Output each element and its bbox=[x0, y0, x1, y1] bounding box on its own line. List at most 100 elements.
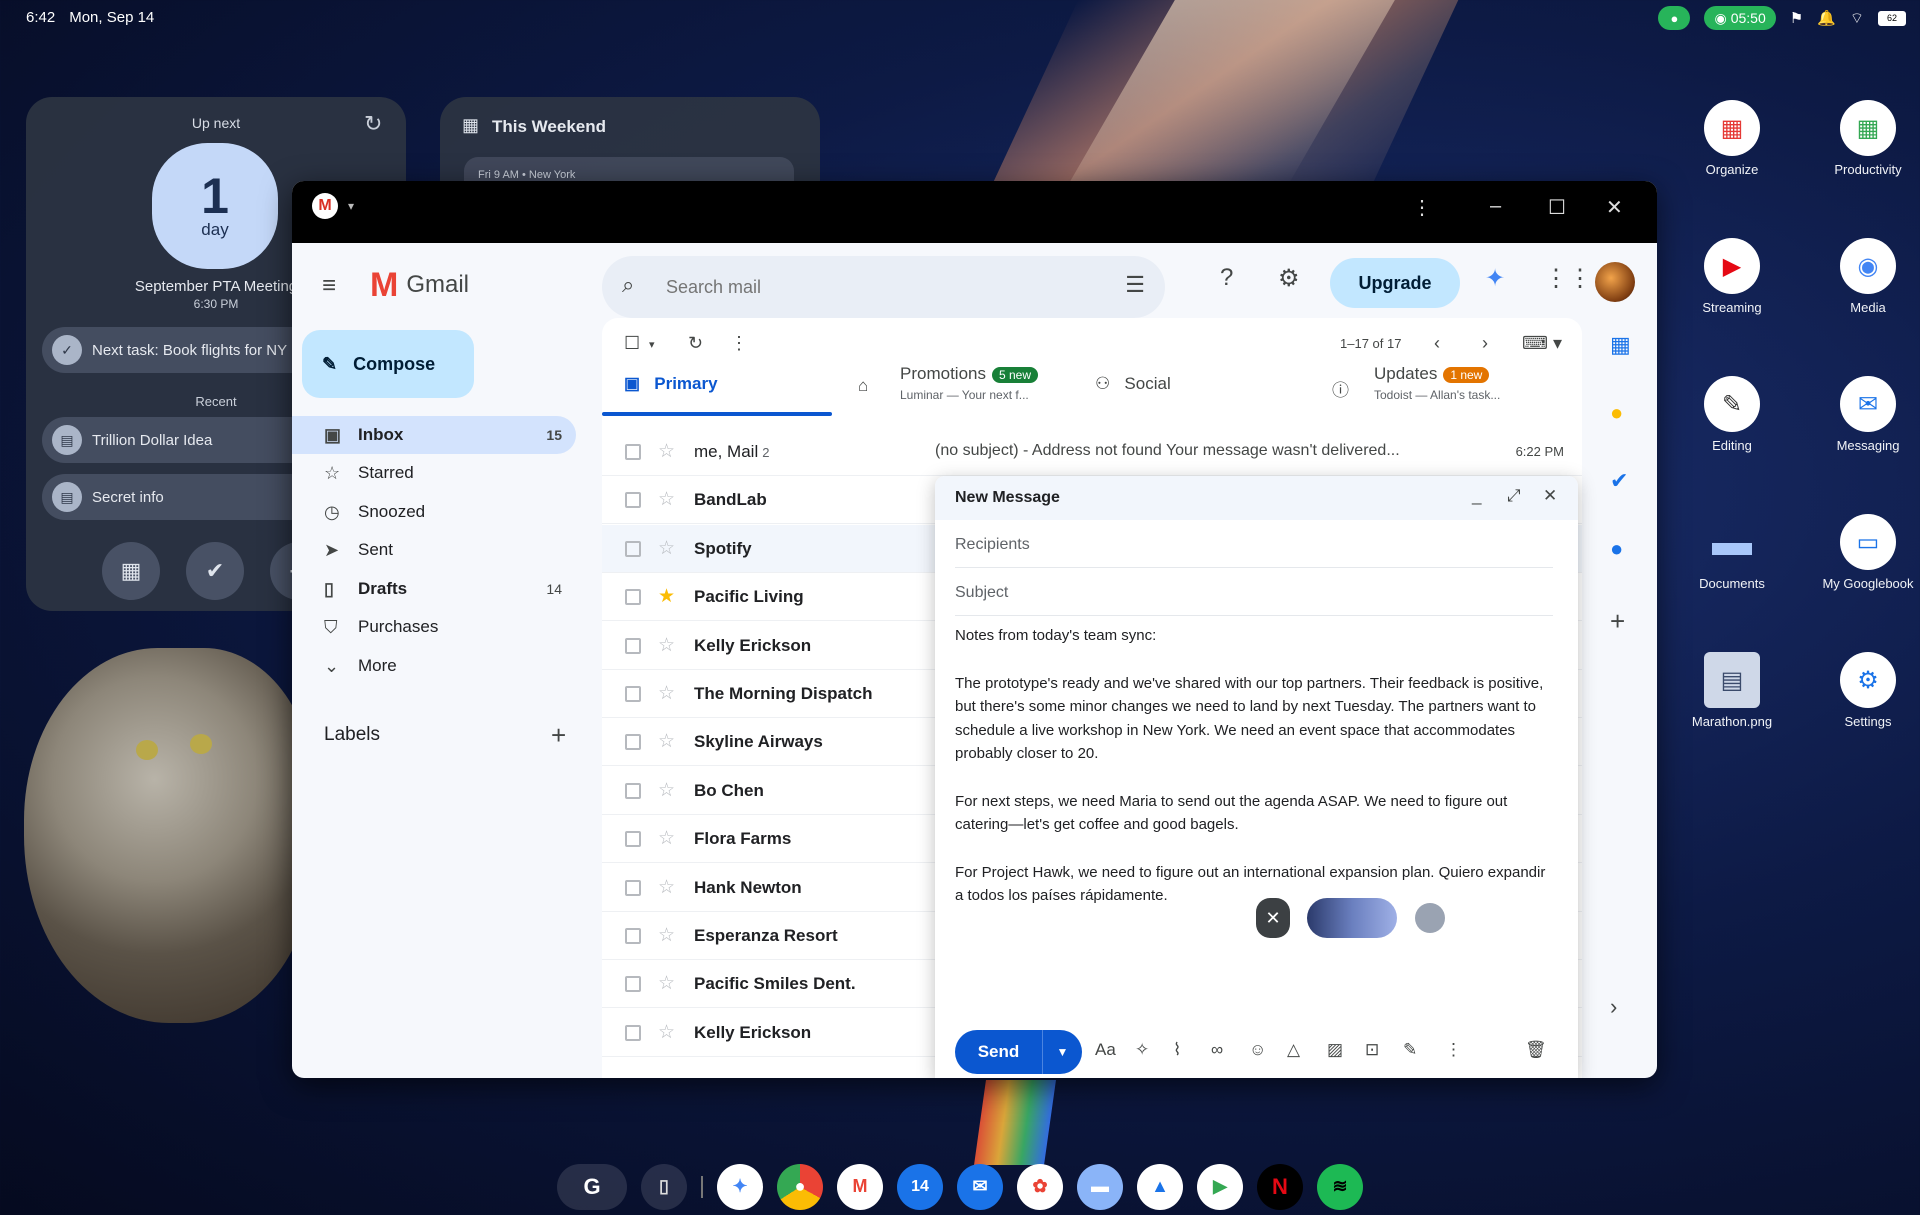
launcher-button[interactable]: G bbox=[557, 1163, 627, 1210]
star-icon[interactable]: ☆ bbox=[658, 634, 675, 657]
chrome-icon[interactable]: ● bbox=[777, 1163, 823, 1210]
minimize-compose-icon[interactable]: _ bbox=[1472, 486, 1481, 506]
star-icon[interactable]: ☆ bbox=[658, 924, 675, 947]
settings-icon[interactable]: ⚙ bbox=[1278, 264, 1300, 293]
row-checkbox[interactable] bbox=[625, 686, 641, 702]
launcher-editing[interactable]: ✎ Editing bbox=[1667, 376, 1797, 453]
add-task-button[interactable]: ✔ bbox=[186, 542, 244, 600]
calendar-app-icon[interactable]: 14 bbox=[897, 1163, 943, 1210]
row-checkbox[interactable] bbox=[625, 734, 641, 751]
prev-page-icon[interactable]: ‹ bbox=[1434, 333, 1440, 354]
fullscreen-compose-icon[interactable]: ⤢ bbox=[1507, 486, 1521, 506]
refresh-icon[interactable]: ↻ bbox=[364, 111, 382, 137]
add-event-button[interactable]: ▦ bbox=[102, 542, 160, 600]
discard-draft-icon[interactable]: 🗑 bbox=[1525, 1040, 1547, 1060]
compose-body[interactable]: Notes from today's team sync: The protot… bbox=[955, 624, 1555, 932]
send-button[interactable]: Send ▼ bbox=[955, 1030, 1082, 1074]
star-icon[interactable]: ☆ bbox=[658, 876, 675, 899]
chevron-down-icon[interactable]: ▾ bbox=[649, 338, 655, 351]
recipients-field[interactable]: Recipients bbox=[955, 520, 1553, 568]
spotify-icon[interactable]: ≋ bbox=[1317, 1163, 1363, 1210]
screen-record-indicator[interactable]: ◉ 05:50 bbox=[1704, 6, 1776, 30]
nav-sent[interactable]: ➤ Sent bbox=[292, 531, 576, 569]
gemini-app-icon[interactable]: ✦ bbox=[717, 1163, 763, 1210]
battery-icon[interactable]: 62 bbox=[1878, 10, 1906, 26]
status-tray[interactable]: ● ◉ 05:50 ⚑ 🔔 ⌔ 62 bbox=[1658, 6, 1906, 30]
gmail-logo[interactable]: M Gmail bbox=[370, 268, 469, 302]
play-store-icon[interactable]: ▶ bbox=[1197, 1163, 1243, 1210]
mic-icon[interactable]: ● bbox=[1658, 6, 1691, 30]
compose-header[interactable]: New Message _ ⤢ ✕ bbox=[935, 476, 1578, 520]
search-options-icon[interactable]: ☰ bbox=[1125, 272, 1145, 298]
upgrade-button[interactable]: Upgrade bbox=[1330, 258, 1460, 308]
tasks-icon[interactable]: ✔ bbox=[1610, 468, 1628, 494]
nav-inbox[interactable]: ▣ Inbox 15 bbox=[292, 416, 576, 454]
calendar-icon[interactable]: ▦ bbox=[1610, 332, 1631, 358]
refresh-icon[interactable]: ↻ bbox=[688, 333, 703, 354]
launcher-streaming[interactable]: ▶ Streaming bbox=[1667, 238, 1797, 315]
expand-panel-icon[interactable]: › bbox=[1610, 994, 1617, 1020]
send-options-icon[interactable]: ▼ bbox=[1042, 1030, 1082, 1074]
row-checkbox[interactable] bbox=[625, 637, 641, 654]
launcher-marathon-file[interactable]: ▤ Marathon.png bbox=[1667, 652, 1797, 729]
apps-grid-icon[interactable]: ⋮⋮ bbox=[1544, 264, 1592, 293]
nav-snoozed[interactable]: ◷ Snoozed bbox=[292, 493, 576, 531]
launcher-media[interactable]: ◉ Media bbox=[1803, 238, 1920, 315]
search-input[interactable] bbox=[666, 274, 1106, 300]
star-icon[interactable]: ☆ bbox=[658, 779, 675, 802]
row-checkbox[interactable] bbox=[625, 831, 641, 848]
maximize-icon[interactable]: ☐ bbox=[1548, 195, 1566, 220]
files-icon[interactable]: ▬ bbox=[1077, 1163, 1123, 1210]
star-icon[interactable]: ☆ bbox=[658, 537, 675, 560]
add-label-icon[interactable]: + bbox=[551, 720, 566, 751]
star-icon[interactable]: ☆ bbox=[658, 827, 675, 850]
row-checkbox[interactable] bbox=[625, 928, 641, 944]
nav-drafts[interactable]: ▯ Drafts 14 bbox=[292, 570, 576, 608]
next-page-icon[interactable]: › bbox=[1482, 333, 1488, 354]
launcher-productivity[interactable]: ▦ Productivity bbox=[1803, 100, 1920, 177]
launcher-messaging[interactable]: ✉ Messaging bbox=[1803, 376, 1920, 453]
input-tools-icon[interactable]: ⌨ ▾ bbox=[1522, 333, 1562, 354]
main-menu-icon[interactable]: ≡ bbox=[322, 272, 336, 300]
launcher-documents[interactable]: ▬ Documents bbox=[1667, 514, 1797, 592]
messages-icon[interactable]: ✉ bbox=[957, 1163, 1003, 1210]
keep-icon[interactable]: ● bbox=[1610, 400, 1623, 426]
star-icon[interactable]: ☆ bbox=[658, 682, 675, 705]
subject-field[interactable]: Subject bbox=[955, 568, 1553, 616]
gemini-icon[interactable]: ✦ bbox=[1485, 264, 1505, 293]
star-icon[interactable]: ☆ bbox=[658, 440, 675, 463]
close-compose-icon[interactable]: ✕ bbox=[1543, 486, 1557, 506]
attach-icon[interactable]: ⌇ bbox=[1173, 1040, 1181, 1060]
nav-purchases[interactable]: ⛉ Purchases bbox=[292, 608, 576, 646]
dismiss-ai-suggestion-button[interactable]: ✕ bbox=[1256, 898, 1290, 938]
email-row[interactable]: ☆ me, Mail 2 (no subject) - Address not fou… bbox=[602, 428, 1582, 476]
window-titlebar[interactable]: M ▾ ⋮ – ☐ ✕ bbox=[292, 181, 1657, 243]
netflix-icon[interactable]: N bbox=[1257, 1163, 1303, 1210]
star-icon[interactable]: ☆ bbox=[658, 1021, 675, 1044]
drive-icon[interactable]: △ bbox=[1287, 1040, 1300, 1060]
formatting-options-button[interactable]: Aa bbox=[1095, 1040, 1116, 1060]
row-checkbox[interactable] bbox=[625, 540, 641, 557]
nav-more[interactable]: ⌄ More bbox=[292, 647, 576, 685]
more-options-icon[interactable]: ⋮ bbox=[1445, 1040, 1462, 1060]
notification-bell-icon[interactable]: 🔔 bbox=[1817, 9, 1836, 27]
row-checkbox[interactable] bbox=[625, 782, 641, 799]
star-icon[interactable]: ☆ bbox=[658, 488, 675, 511]
photos-icon[interactable]: ✿ bbox=[1017, 1163, 1063, 1210]
close-window-icon[interactable]: ✕ bbox=[1606, 195, 1623, 220]
flag-icon[interactable]: ⚑ bbox=[1790, 9, 1803, 27]
ai-action-button[interactable] bbox=[1415, 903, 1445, 933]
add-addon-icon[interactable]: + bbox=[1610, 606, 1625, 637]
more-vert-icon[interactable]: ⋮ bbox=[730, 333, 748, 354]
ads-icon[interactable]: ▲ bbox=[1137, 1163, 1183, 1210]
gmail-shelf-icon[interactable]: M bbox=[837, 1163, 883, 1210]
star-icon[interactable]: ★ bbox=[658, 585, 675, 608]
contacts-icon[interactable]: ● bbox=[1610, 536, 1623, 562]
account-avatar[interactable] bbox=[1595, 262, 1635, 302]
minimize-icon[interactable]: – bbox=[1490, 195, 1501, 218]
window-app-menu[interactable]: M ▾ bbox=[312, 193, 354, 219]
signature-icon[interactable]: ✎ bbox=[1403, 1040, 1417, 1060]
row-checkbox[interactable] bbox=[625, 492, 641, 509]
star-icon[interactable]: ☆ bbox=[658, 730, 675, 753]
launcher-settings[interactable]: ⚙ Settings bbox=[1803, 652, 1920, 729]
